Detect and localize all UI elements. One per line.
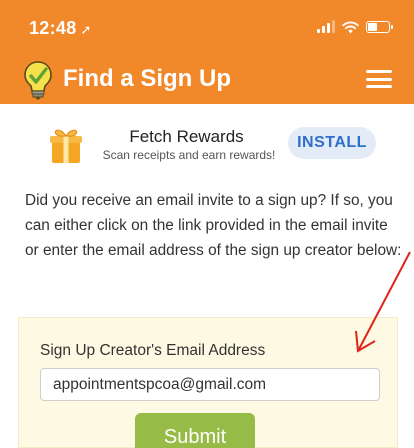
signal-bar — [322, 26, 325, 33]
signal-bar — [332, 20, 335, 33]
email-search-form: Sign Up Creator's Email Address Submit — [18, 317, 398, 448]
status-time-text: 12:48 — [29, 18, 77, 38]
annotation-arrow-icon — [355, 251, 411, 353]
signal-bar — [327, 23, 330, 33]
wifi-icon — [342, 21, 359, 33]
status-time: 12:48 ➚ — [29, 18, 92, 39]
ad-subtitle: Scan receipts and earn rewards! — [102, 148, 276, 162]
creator-email-input[interactable] — [40, 368, 380, 401]
submit-button[interactable]: Submit — [135, 413, 255, 448]
gift-box-icon — [50, 129, 82, 163]
lightbulb-logo-icon — [24, 61, 52, 100]
instructions-text: Did you receive an email invite to a sig… — [25, 192, 402, 259]
location-arrow-icon: ➚ — [80, 22, 92, 37]
app-header: 12:48 ➚ Find a Sign Up — [0, 0, 414, 104]
ad-title: Fetch Rewards — [129, 127, 244, 146]
battery-icon — [366, 21, 393, 33]
ad-banner[interactable]: Fetch Rewards Scan receipts and earn rew… — [46, 121, 386, 171]
status-icons — [317, 19, 393, 35]
status-bar: 12:48 ➚ — [0, 0, 414, 52]
email-field-label: Sign Up Creator's Email Address — [40, 342, 266, 359]
signal-bar — [317, 29, 320, 33]
signal-icon — [317, 20, 335, 33]
nav-bar: Find a Sign Up — [0, 52, 414, 104]
install-button[interactable]: INSTALL — [288, 127, 376, 159]
hamburger-menu-icon[interactable] — [366, 70, 392, 88]
page-title: Find a Sign Up — [63, 65, 231, 92]
battery-fill — [368, 23, 377, 31]
